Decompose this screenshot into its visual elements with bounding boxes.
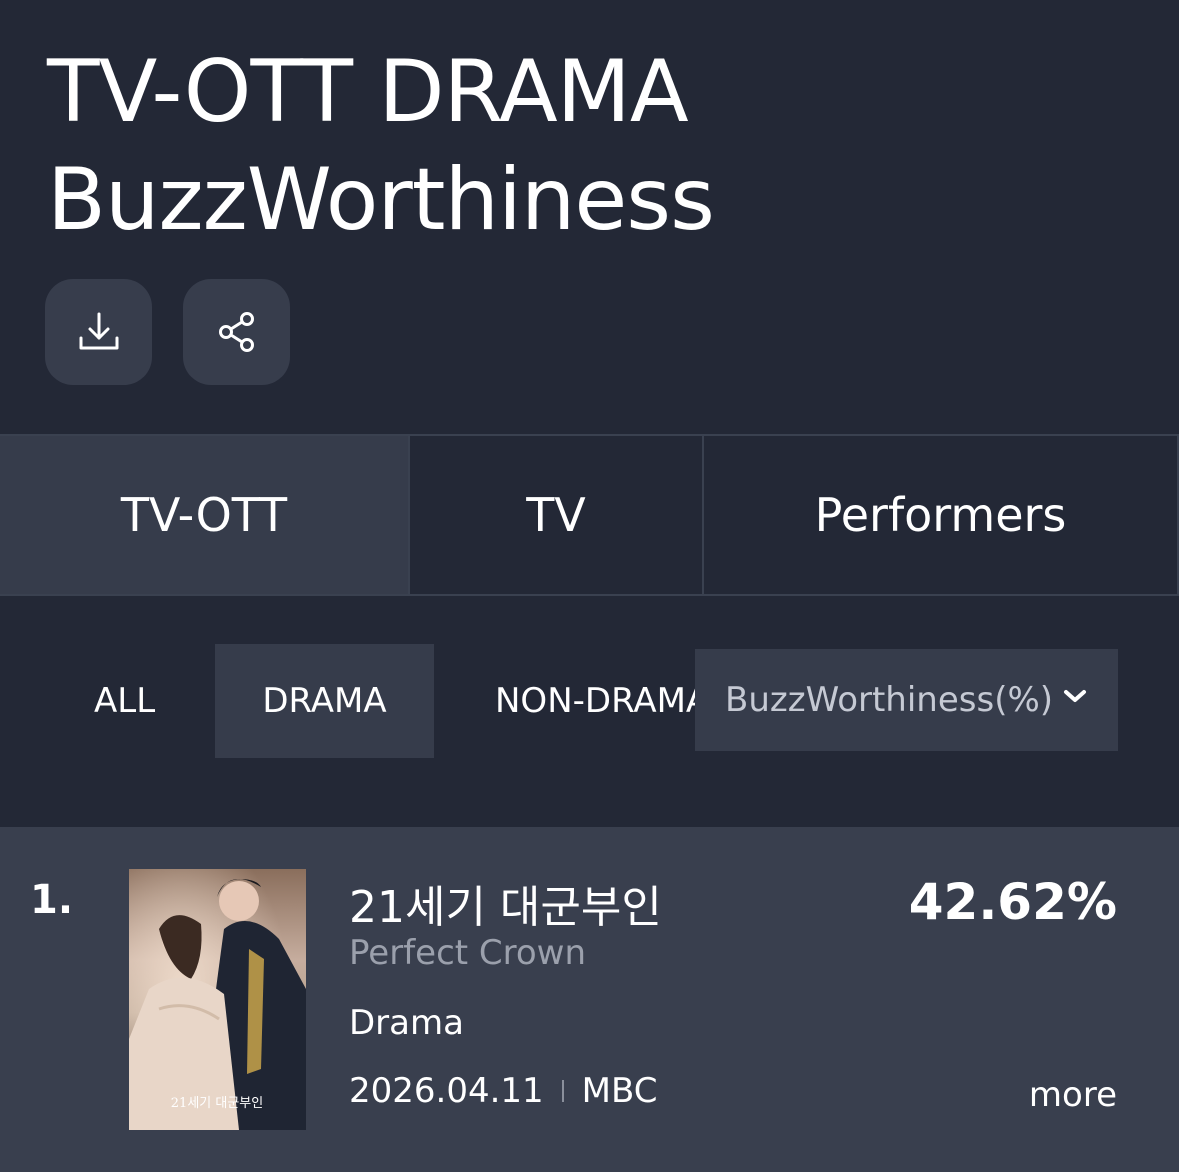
drama-title-english: Perfect Crown xyxy=(349,933,587,973)
ranking-row[interactable]: 1. 21세기 대군부인 21세기 대군부인 Perfect Crown Dra… xyxy=(0,827,1179,1172)
tab-tv-ott[interactable]: TV-OTT xyxy=(0,436,408,594)
share-button[interactable] xyxy=(183,279,290,385)
poster-image: 21세기 대군부인 xyxy=(129,869,306,1130)
page-title-line2: BuzzWorthiness xyxy=(47,150,715,250)
metric-select-value: BuzzWorthiness(%) xyxy=(725,680,1054,720)
meta-divider xyxy=(561,1080,564,1102)
filter-all[interactable]: ALL xyxy=(94,644,155,758)
page-title-line1: TV-OTT DRAMA xyxy=(47,42,689,142)
tab-performers[interactable]: Performers xyxy=(702,436,1179,594)
poster-title-text: 21세기 대군부인 xyxy=(171,1096,263,1111)
filter-drama[interactable]: DRAMA xyxy=(215,644,434,758)
download-button[interactable] xyxy=(45,279,152,385)
download-icon xyxy=(79,312,118,350)
share-icon xyxy=(218,312,254,352)
buzz-percentage: 42.62% xyxy=(908,873,1117,931)
category-tabs: TV-OTT TV Performers xyxy=(0,434,1179,596)
air-date: 2026.04.11 xyxy=(349,1071,544,1111)
page-title: TV-OTT DRAMA BuzzWorthiness xyxy=(47,38,715,254)
tab-tv[interactable]: TV xyxy=(408,436,702,594)
metric-select[interactable]: BuzzWorthiness(%) xyxy=(695,649,1118,751)
channel-name: MBC xyxy=(581,1071,658,1111)
air-info: 2026.04.11 MBC xyxy=(349,1071,657,1111)
genre-label: Drama xyxy=(349,1003,464,1043)
drama-title-korean[interactable]: 21세기 대군부인 xyxy=(349,871,662,935)
rank-number: 1. xyxy=(30,877,74,923)
chevron-down-icon xyxy=(1064,690,1086,702)
more-link[interactable]: more xyxy=(1029,1075,1117,1115)
filter-non-drama[interactable]: NON-DRAMA xyxy=(495,644,695,758)
